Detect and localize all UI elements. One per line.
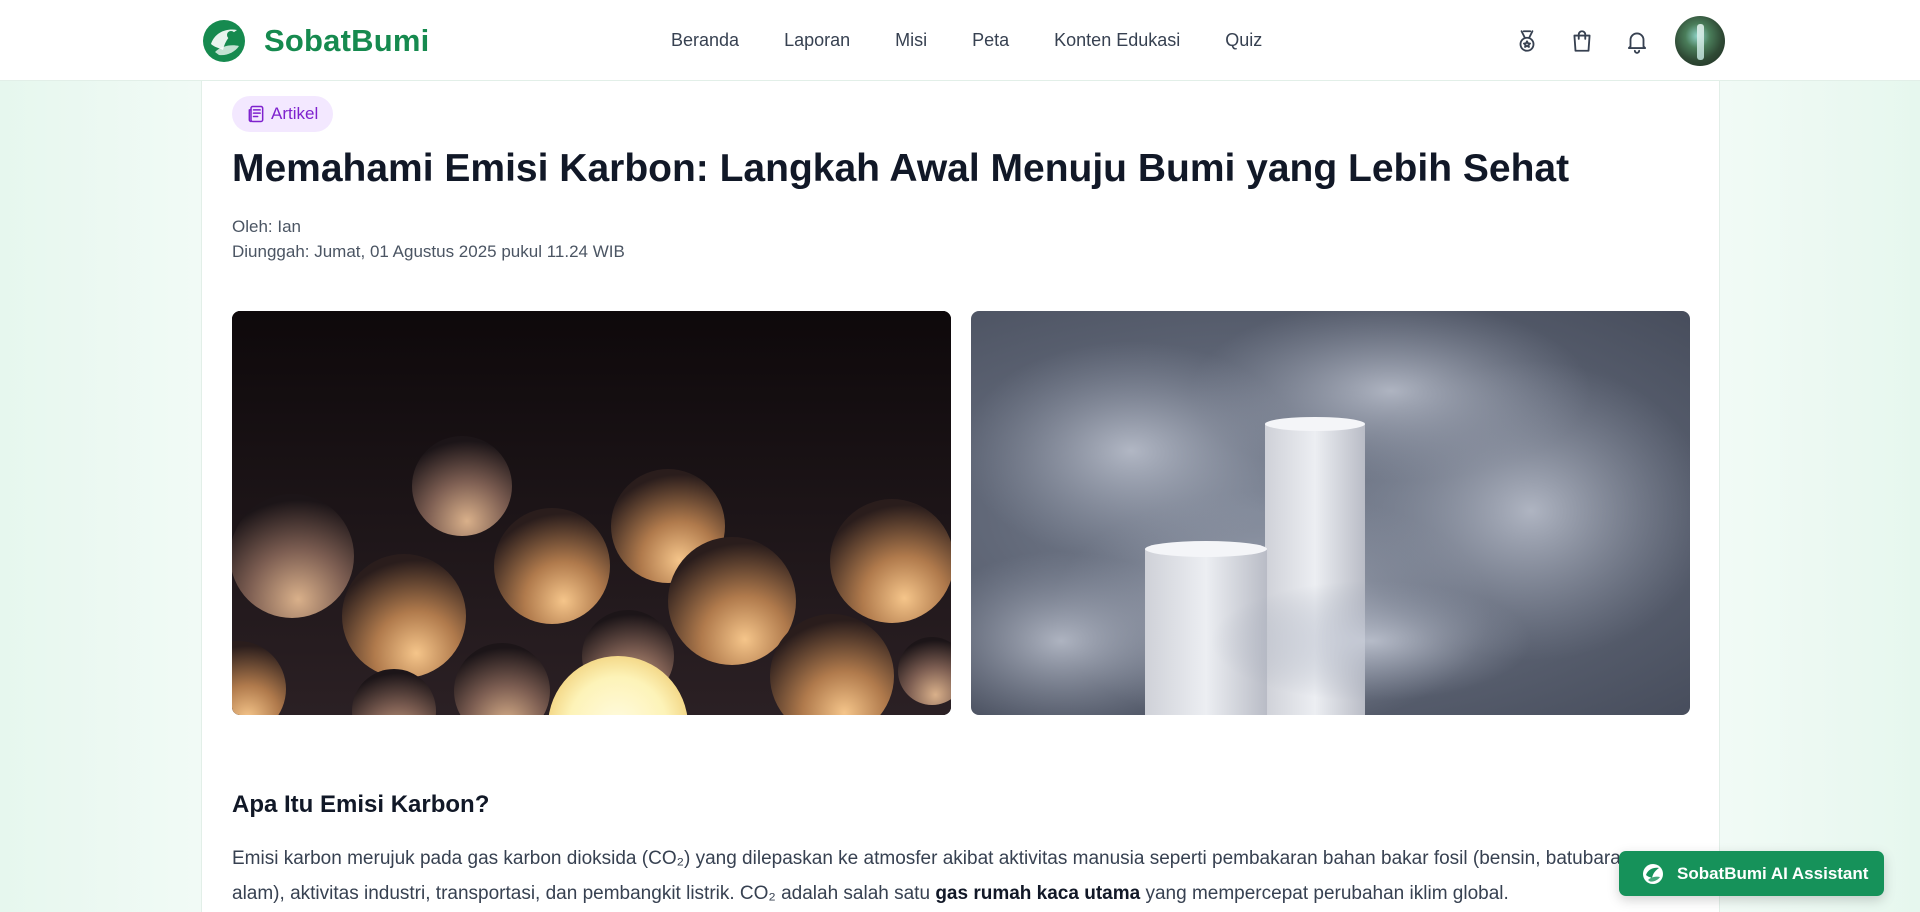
shopping-bag-icon (1573, 29, 1591, 52)
paragraph-text-2: yang mempercepat perubahan iklim global. (1140, 883, 1509, 904)
header-actions (1510, 0, 1725, 81)
user-avatar[interactable] (1675, 15, 1725, 66)
achievements-button[interactable] (1510, 24, 1544, 58)
category-badge: Artikel (232, 96, 334, 132)
category-label: Artikel (271, 104, 319, 123)
article-upload-date: Diunggah: Jumat, 01 Agustus 2025 pukul 1… (232, 242, 625, 261)
nav-item-laporan[interactable]: Laporan (784, 30, 850, 51)
smokestacks-smoke-photo (971, 311, 1690, 715)
glowing-spheres-illustration (232, 311, 951, 715)
avatar-photo (1697, 23, 1704, 60)
brand-name: SobatBumi (264, 23, 430, 58)
article-title: Memahami Emisi Karbon: Langkah Awal Menu… (232, 147, 1570, 190)
earth-leaf-icon (203, 20, 245, 62)
article-paragraph: Emisi karbon merujuk pada gas karbon dio… (232, 841, 1702, 911)
article-author: Oleh: Ian (232, 217, 301, 236)
nav-item-quiz[interactable]: Quiz (1225, 30, 1262, 51)
paragraph-bold-text: gas rumah kaca utama (935, 883, 1141, 904)
medal-icon (1519, 29, 1535, 52)
nav-item-misi[interactable]: Misi (895, 30, 927, 51)
bell-icon (1627, 32, 1647, 54)
shop-button[interactable] (1565, 24, 1599, 58)
article-meta: Oleh: Ian Diunggah: Jumat, 01 Agustus 20… (232, 214, 625, 264)
nav-item-beranda[interactable]: Beranda (671, 30, 739, 51)
notifications-button[interactable] (1620, 24, 1654, 58)
glowing-spheres-photo (232, 311, 951, 715)
brand-home-link[interactable]: SobatBumi (201, 18, 429, 64)
ai-assistant-button[interactable]: SobatBumi AI Assistant (1619, 851, 1884, 896)
article-container: Artikel Memahami Emisi Karbon: Langkah A… (201, 81, 1720, 912)
earth-leaf-icon (1643, 863, 1663, 884)
ai-assistant-label: SobatBumi AI Assistant (1677, 863, 1869, 883)
nav-item-peta[interactable]: Peta (972, 30, 1009, 51)
nav-item-konten-edukasi[interactable]: Konten Edukasi (1054, 30, 1180, 51)
top-header: SobatBumi Beranda Laporan Misi Peta Kont… (0, 0, 1920, 81)
newspaper-icon (248, 105, 264, 123)
smokestacks-illustration (971, 311, 1690, 715)
section-heading: Apa Itu Emisi Karbon? (232, 791, 490, 818)
main-nav: Beranda Laporan Misi Peta Konten Edukasi… (671, 0, 1262, 81)
